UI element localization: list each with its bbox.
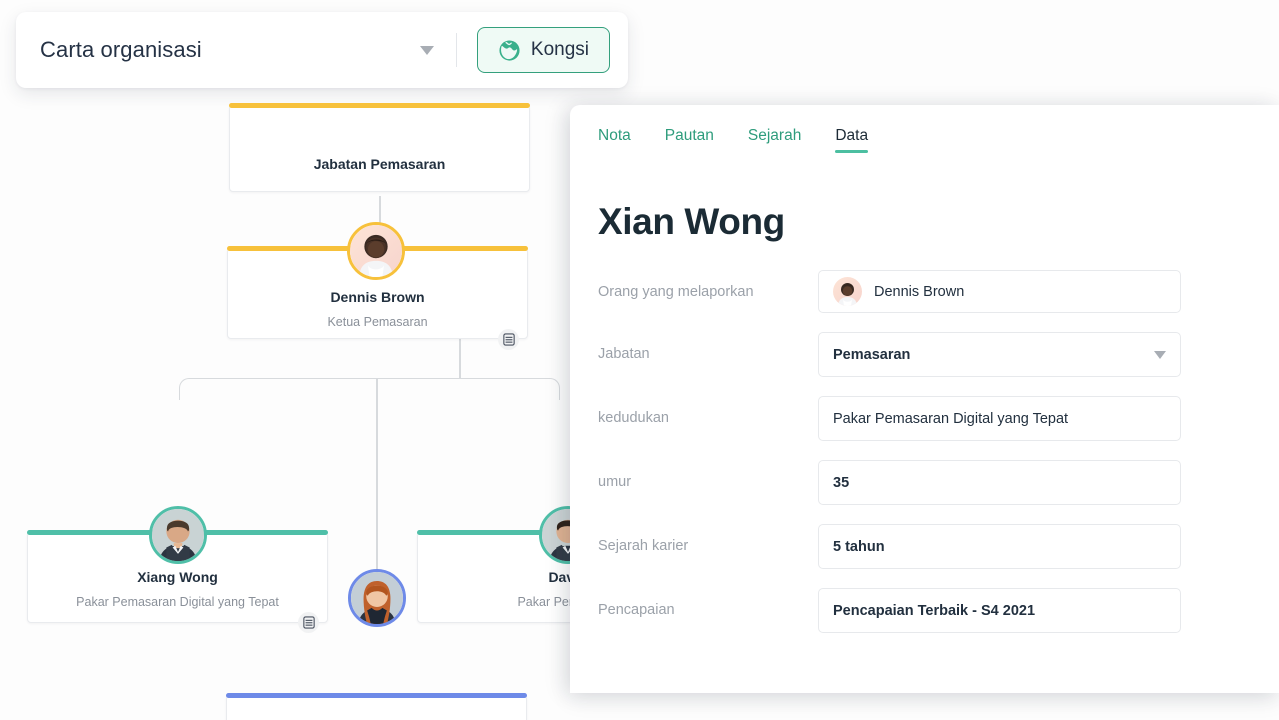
app-root: Carta organisasi Kongsi Jabatan Pemasara… <box>0 0 1279 720</box>
field-orang-yang-melaporkan: Orang yang melaporkan Dennis Brown <box>598 270 1251 313</box>
avatar <box>347 222 405 280</box>
globe-icon <box>498 39 521 62</box>
org-node-name: Jabatan Pemasaran <box>313 156 446 172</box>
org-node-department[interactable]: Jabatan Pemasaran <box>229 103 530 192</box>
field-value-input[interactable]: Pencapaian Terbaik - S4 2021 <box>818 588 1181 633</box>
connector-line <box>376 378 378 596</box>
person-title: Xian Wong <box>598 201 785 242</box>
detail-tabs: Nota Pautan Sejarah Data <box>598 127 868 153</box>
avatar <box>833 277 862 306</box>
tab-sejarah[interactable]: Sejarah <box>748 127 801 153</box>
field-jabatan: Jabatan Pemasaran <box>598 332 1251 377</box>
field-label: Jabatan <box>598 346 650 362</box>
field-label: Pencapaian <box>598 602 675 618</box>
avatar <box>149 506 207 564</box>
org-node-role: Pakar Pemasaran Digital yang Tepat <box>76 595 279 609</box>
field-value-text: Pencapaian Terbaik - S4 2021 <box>833 602 1036 619</box>
field-label: umur <box>598 474 632 490</box>
field-value-input[interactable]: Pakar Pemasaran Digital yang Tepat <box>818 396 1181 441</box>
field-value-text: Dennis Brown <box>874 283 965 300</box>
field-value-select[interactable]: Pemasaran <box>818 332 1181 377</box>
data-fields: Orang yang melaporkan Dennis Brown Jabat… <box>598 270 1251 652</box>
tab-data[interactable]: Data <box>835 127 868 153</box>
chart-select[interactable]: Carta organisasi <box>40 12 456 88</box>
field-value-text: 5 tahun <box>833 538 885 555</box>
field-sejarah-karier: Sejarah karier 5 tahun <box>598 524 1251 569</box>
field-value-text: Pakar Pemasaran Digital yang Tepat <box>833 410 1069 427</box>
share-button[interactable]: Kongsi <box>476 27 610 73</box>
avatar <box>348 569 406 627</box>
field-value-input[interactable]: 35 <box>818 460 1181 505</box>
field-value-input[interactable]: 5 tahun <box>818 524 1181 569</box>
node-accent-bar <box>229 103 530 108</box>
field-pencapaian: Pencapaian Pencapaian Terbaik - S4 2021 <box>598 588 1251 633</box>
org-chart: Jabatan Pemasaran Dennis Brown Ketua Pem… <box>0 96 718 720</box>
chevron-down-icon[interactable] <box>419 45 434 55</box>
tab-pautan[interactable]: Pautan <box>665 127 714 153</box>
field-kedudukan: kedudukan Pakar Pemasaran Digital yang T… <box>598 396 1251 441</box>
node-database-badge[interactable] <box>298 612 319 633</box>
field-value-text: Pemasaran <box>833 346 911 363</box>
org-node-sarah-patterson[interactable]: Sarah Patterson Pakar Pemasaran Digital … <box>226 693 527 720</box>
field-label: Sejarah karier <box>598 538 689 554</box>
org-node-name: Dennis Brown <box>330 289 425 305</box>
field-umur: umur 35 <box>598 460 1251 505</box>
node-accent-bar <box>226 693 527 698</box>
org-node-role: Ketua Pemasaran <box>327 315 428 329</box>
database-icon <box>302 616 315 629</box>
chart-name-label: Carta organisasi <box>40 37 202 62</box>
connector-branch <box>179 378 560 400</box>
field-value-person[interactable]: Dennis Brown <box>818 270 1181 313</box>
field-value-text: 35 <box>833 474 850 491</box>
chevron-down-icon[interactable] <box>1154 350 1166 359</box>
toolbar-divider <box>455 33 457 67</box>
connector-line <box>459 339 461 379</box>
node-database-badge[interactable] <box>498 329 519 350</box>
detail-panel: Nota Pautan Sejarah Data Xian Wong Orang… <box>570 105 1279 693</box>
field-label: kedudukan <box>598 410 669 426</box>
org-node-name: Xiang Wong <box>137 569 218 585</box>
database-icon <box>502 333 515 346</box>
tab-nota[interactable]: Nota <box>598 127 631 153</box>
share-button-label: Kongsi <box>530 39 589 60</box>
chart-toolbar: Carta organisasi Kongsi <box>16 12 628 88</box>
field-label: Orang yang melaporkan <box>598 284 754 300</box>
